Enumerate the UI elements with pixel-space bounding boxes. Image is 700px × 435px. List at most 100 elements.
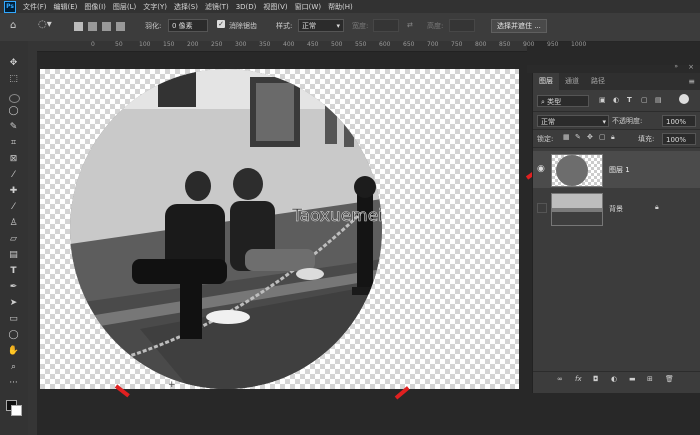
- antialias-checkbox[interactable]: ✓: [217, 20, 225, 28]
- hand-tool-icon[interactable]: ✋: [7, 345, 20, 358]
- menu-select[interactable]: 选择(S): [174, 2, 198, 12]
- feather-label: 羽化:: [145, 22, 162, 30]
- collapse-panels-icon[interactable]: »: [674, 63, 678, 70]
- menu-edit[interactable]: 编辑(E): [54, 2, 78, 12]
- visibility-toggle-empty[interactable]: [537, 203, 547, 213]
- path-selection-tool-icon[interactable]: ➤: [7, 297, 20, 310]
- eraser-tool-icon[interactable]: ▱: [7, 233, 20, 246]
- artboard-tool-icon[interactable]: ⬚: [7, 73, 20, 86]
- link-layers-icon[interactable]: ∞: [557, 375, 563, 383]
- move-tool-icon[interactable]: ✥: [7, 57, 20, 70]
- type-filter-icon[interactable]: T: [627, 96, 632, 104]
- ruler-tick-label: 250: [211, 41, 223, 48]
- healing-brush-tool-icon[interactable]: ✚: [7, 185, 20, 198]
- layer-row-background[interactable]: 背景 🔒︎: [533, 190, 700, 227]
- feather-input[interactable]: 0 像素: [168, 19, 208, 32]
- watermark-text: Taoxuemei.com: [291, 206, 382, 226]
- adjustment-layer-icon[interactable]: ◐: [611, 375, 617, 383]
- adjustment-filter-icon[interactable]: ◐: [613, 96, 619, 104]
- height-input[interactable]: [449, 19, 475, 32]
- select-and-mask-button[interactable]: 选择并遮住 ...: [491, 19, 547, 33]
- elliptical-marquee-preset-icon[interactable]: ◌▾: [38, 19, 52, 30]
- layer-name: 图层 1: [609, 166, 630, 174]
- frame-tool-icon[interactable]: ⊠: [7, 153, 20, 166]
- ruler-tick-label: 0: [91, 41, 95, 48]
- menu-view[interactable]: 视图(V): [263, 2, 287, 12]
- layer-row-1[interactable]: ◉ 图层 1: [533, 151, 700, 188]
- ruler-tick-label: 350: [259, 41, 271, 48]
- layer-thumbnail: [551, 193, 603, 226]
- crop-tool-icon[interactable]: ⌗: [7, 137, 20, 150]
- menu-filter[interactable]: 滤镜(T): [205, 2, 229, 12]
- pixel-filter-icon[interactable]: ▣: [599, 96, 606, 104]
- height-label: 高度:: [427, 22, 444, 30]
- new-group-icon[interactable]: ▬: [629, 375, 636, 383]
- subtract-selection-icon[interactable]: [102, 22, 111, 31]
- pen-tool-icon[interactable]: ✒: [7, 281, 20, 294]
- zoom-tool-icon[interactable]: ⌕: [7, 361, 20, 374]
- lock-icon: 🔒︎: [655, 203, 659, 211]
- elliptical-marquee-tool-icon[interactable]: [9, 94, 20, 103]
- blend-mode-value: 正常: [541, 118, 555, 126]
- rectangle-tool-icon[interactable]: ▭: [7, 313, 20, 326]
- add-selection-icon[interactable]: [88, 22, 97, 31]
- menu-file[interactable]: 文件(F): [23, 2, 47, 12]
- menu-type[interactable]: 文字(Y): [143, 2, 167, 12]
- ruler-tick-label: 550: [355, 41, 367, 48]
- lasso-tool-icon[interactable]: ◯: [7, 105, 20, 118]
- fill-input[interactable]: 100%: [662, 133, 696, 145]
- lock-all-icon[interactable]: 🔒︎: [611, 133, 615, 142]
- smart-object-filter-icon[interactable]: ▤: [655, 96, 662, 104]
- layer-name: 背景: [609, 205, 623, 213]
- lock-transparency-icon[interactable]: ▦: [563, 133, 570, 141]
- kind-filter-select[interactable]: ⌕ 类型: [537, 95, 589, 107]
- chevron-down-icon: ▾: [336, 22, 340, 30]
- tab-paths[interactable]: 路径: [585, 73, 611, 90]
- style-select[interactable]: 正常 ▾: [298, 19, 344, 32]
- layers-panel-footer: ∞ fx ◘ ◐ ▬ ⊞ 🗑︎: [533, 371, 700, 388]
- menu-image[interactable]: 图像(I): [84, 2, 106, 12]
- brush-tool-icon[interactable]: ⁄: [7, 201, 20, 214]
- width-input[interactable]: [373, 19, 399, 32]
- eye-visibility-icon[interactable]: ◉: [537, 164, 545, 174]
- lock-position-icon[interactable]: ✥: [587, 133, 593, 141]
- more-tools-icon[interactable]: ···: [7, 377, 20, 390]
- menu-help[interactable]: 帮助(H): [328, 2, 353, 12]
- horizontal-ruler: 0 50 100 150 200 250 300 350 400 450 500 550 600 650 7…: [28, 41, 586, 52]
- document-canvas[interactable]: Taoxuemei.com +: [40, 69, 519, 389]
- lock-artboard-icon[interactable]: ▢: [599, 133, 606, 141]
- opacity-input[interactable]: 100%: [662, 115, 696, 127]
- lock-pixels-icon[interactable]: ✎: [575, 133, 581, 141]
- background-color-swatch[interactable]: [11, 405, 22, 416]
- eyedropper-tool-icon[interactable]: ⁄: [7, 169, 20, 182]
- swap-icon[interactable]: ⇄: [407, 21, 413, 29]
- new-selection-icon[interactable]: [74, 22, 83, 31]
- ellipse-tool-icon[interactable]: ◯: [7, 329, 20, 342]
- tab-layers[interactable]: 图层: [533, 73, 559, 90]
- filter-toggle-icon[interactable]: [679, 94, 689, 104]
- ruler-tick-label: 750: [451, 41, 463, 48]
- intersect-selection-icon[interactable]: [116, 22, 125, 31]
- menu-window[interactable]: 窗口(W): [295, 2, 321, 12]
- delete-layer-icon[interactable]: 🗑︎: [665, 375, 674, 383]
- shape-filter-icon[interactable]: ▢: [641, 96, 648, 104]
- type-tool-icon[interactable]: T: [7, 265, 20, 278]
- gradient-tool-icon[interactable]: ▤: [7, 249, 20, 262]
- add-mask-icon[interactable]: ◘: [593, 375, 599, 383]
- lock-label: 锁定:: [537, 135, 554, 143]
- style-label: 样式:: [276, 22, 293, 30]
- close-panel-icon[interactable]: ×: [688, 63, 694, 71]
- menu-3d[interactable]: 3D(D): [236, 3, 257, 11]
- panel-menu-icon[interactable]: ≡: [688, 73, 695, 90]
- home-icon[interactable]: ⌂: [10, 20, 16, 31]
- new-layer-icon[interactable]: ⊞: [647, 375, 653, 383]
- tab-channels[interactable]: 通道: [559, 73, 585, 90]
- search-icon: ⌕: [541, 98, 545, 106]
- clone-stamp-tool-icon[interactable]: ♙: [7, 217, 20, 230]
- blend-mode-select[interactable]: 正常 ▾: [537, 115, 609, 127]
- ruler-tick-label: 50: [115, 41, 123, 48]
- layer-style-icon[interactable]: fx: [575, 375, 582, 383]
- ruler-tick-label: 100: [139, 41, 151, 48]
- menu-layer[interactable]: 图层(L): [113, 2, 136, 12]
- quick-selection-tool-icon[interactable]: ✎: [7, 121, 20, 134]
